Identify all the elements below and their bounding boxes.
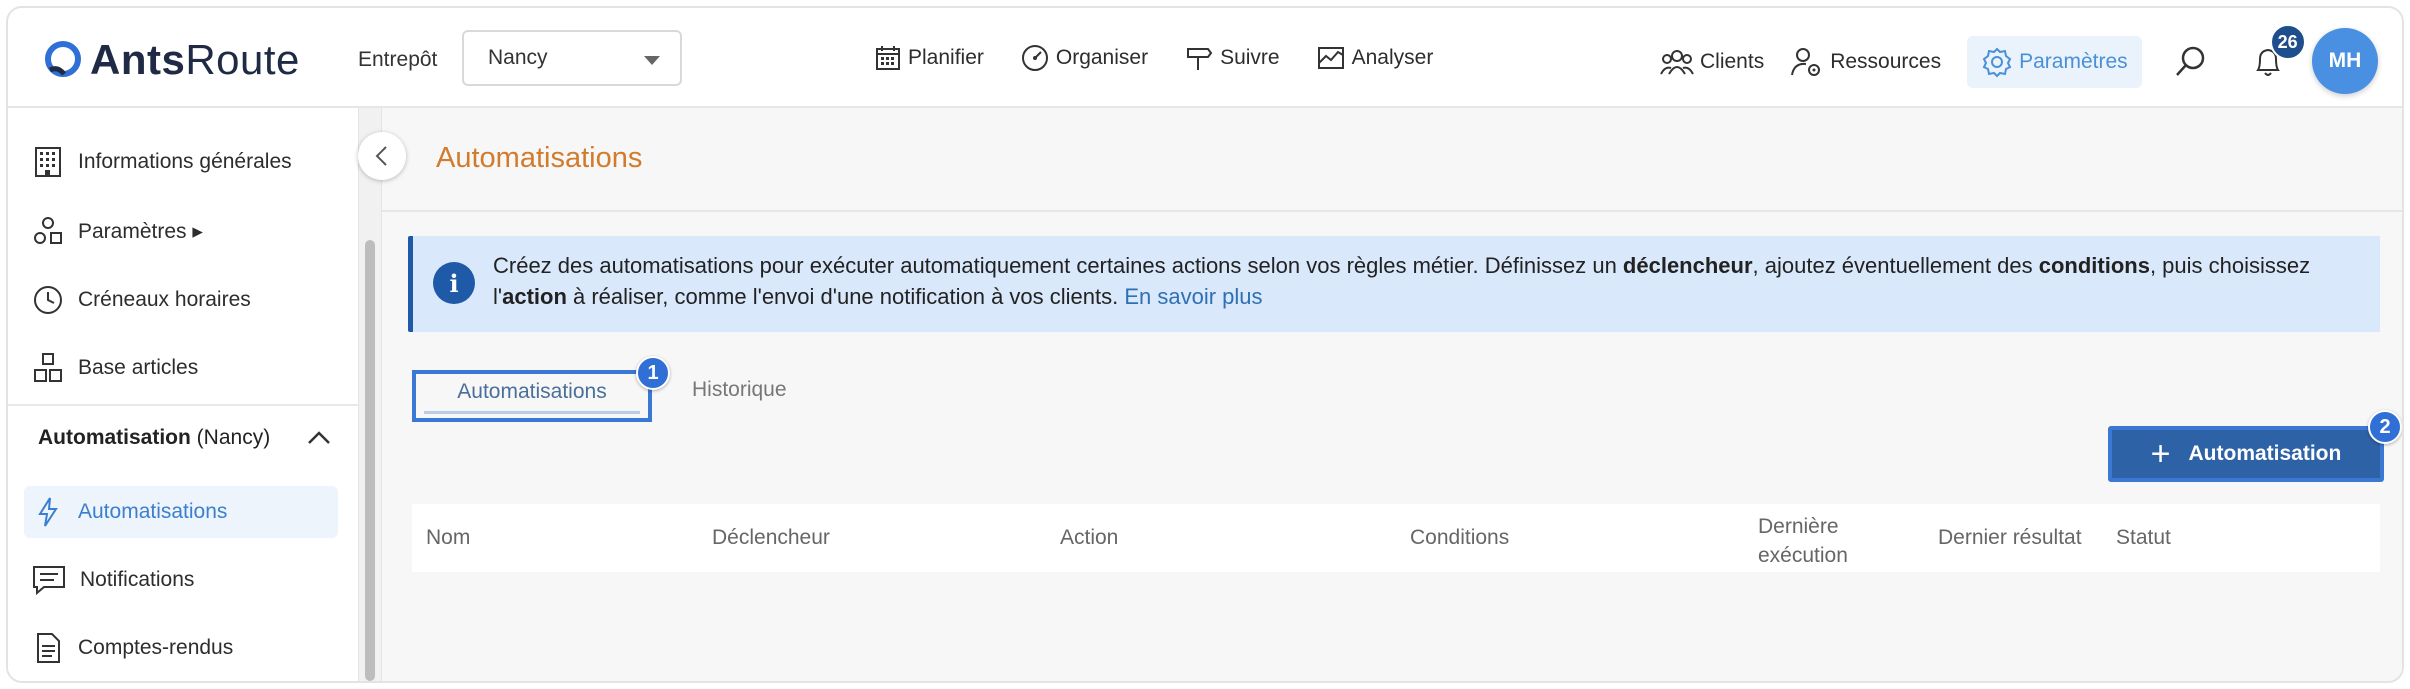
nav-planifier[interactable]: Planifier bbox=[874, 36, 984, 80]
clock-icon bbox=[34, 286, 62, 314]
nav-analyser-label: Analyser bbox=[1351, 46, 1434, 69]
add-automation-label: Automatisation bbox=[2188, 442, 2342, 465]
nav-organiser[interactable]: Organiser bbox=[1020, 36, 1148, 80]
nav-ressources-label: Ressources bbox=[1830, 50, 1942, 73]
document-icon bbox=[37, 633, 60, 663]
automations-table-header: Nom Déclencheur Action Conditions Derniè… bbox=[412, 504, 2380, 572]
warehouse-select[interactable]: Nancy bbox=[462, 30, 682, 86]
sidebar-item-notifications[interactable]: Notifications bbox=[32, 560, 194, 600]
search-button[interactable] bbox=[2168, 40, 2212, 84]
warehouse-value: Nancy bbox=[488, 46, 548, 69]
sidebar-item-label: Comptes-rendus bbox=[78, 636, 234, 659]
nav-planifier-label: Planifier bbox=[908, 46, 984, 69]
plus-icon: + bbox=[2150, 435, 2171, 473]
search-icon bbox=[2175, 46, 2204, 76]
shapes-icon bbox=[34, 217, 62, 244]
tab-historique[interactable]: Historique bbox=[692, 378, 787, 402]
nav-organiser-label: Organiser bbox=[1055, 46, 1149, 69]
chevron-up-icon[interactable] bbox=[306, 428, 332, 448]
sidebar-scroll-thumb[interactable] bbox=[365, 240, 375, 681]
sidebar-item-base-articles[interactable]: Base articles bbox=[32, 348, 198, 388]
page-header: Automatisations bbox=[382, 108, 2402, 212]
signpost-icon bbox=[1187, 48, 1213, 70]
sidebar-item-informations[interactable]: Informations générales bbox=[32, 142, 292, 182]
collapse-sidebar-button[interactable] bbox=[358, 132, 406, 180]
add-automation-button[interactable]: + Automatisation bbox=[2108, 426, 2384, 482]
page-title: Automatisations bbox=[436, 142, 643, 174]
top-header: AntsRoute Entrepôt Nancy Planifier Organ… bbox=[8, 8, 2402, 108]
sidebar-item-label: Paramètres ▸ bbox=[78, 219, 203, 243]
nav-parametres[interactable]: Paramètres bbox=[1967, 36, 2142, 88]
sidebar-item-creneaux[interactable]: Créneaux horaires bbox=[32, 280, 251, 320]
building-icon bbox=[35, 147, 61, 177]
sidebar-item-label: Informations générales bbox=[78, 150, 292, 173]
column-nom[interactable]: Nom bbox=[426, 526, 470, 550]
lightning-icon bbox=[38, 497, 58, 527]
sidebar-item-automatisations[interactable]: Automatisations bbox=[32, 492, 227, 532]
sidebar-divider bbox=[8, 404, 358, 406]
app-window: AntsRoute Entrepôt Nancy Planifier Organ… bbox=[6, 6, 2404, 683]
chart-icon bbox=[1317, 47, 1344, 69]
sidebar-item-label: Créneaux horaires bbox=[78, 288, 251, 311]
boxes-icon bbox=[34, 353, 62, 382]
caret-down-icon bbox=[644, 56, 660, 65]
notifications-button[interactable]: 26 bbox=[2246, 24, 2306, 84]
speedometer-icon bbox=[1021, 45, 1048, 71]
main-nav: Planifier Organiser Suivre Analyser bbox=[874, 36, 1469, 80]
sidebar-item-label: Automatisations bbox=[78, 500, 228, 523]
column-derniere-execution[interactable]: Dernière exécution bbox=[1758, 512, 1848, 570]
sidebar-group-automatisation[interactable]: Automatisation (Nancy) bbox=[38, 426, 270, 450]
nav-ressources[interactable]: Ressources bbox=[1790, 40, 1941, 84]
nav-suivre[interactable]: Suivre bbox=[1184, 36, 1280, 80]
nav-analyser[interactable]: Analyser bbox=[1316, 36, 1434, 80]
logo-text: AntsRoute bbox=[90, 36, 300, 83]
column-conditions[interactable]: Conditions bbox=[1410, 526, 1509, 550]
column-statut[interactable]: Statut bbox=[2116, 526, 2171, 550]
learn-more-link[interactable]: En savoir plus bbox=[1124, 284, 1262, 309]
column-declencheur[interactable]: Déclencheur bbox=[712, 526, 830, 550]
info-banner: i Créez des automatisations pour exécute… bbox=[408, 236, 2380, 332]
info-icon: i bbox=[433, 262, 475, 304]
logo-mark-icon bbox=[44, 40, 84, 80]
settings-sidebar: Informations générales Paramètres ▸ Crén… bbox=[8, 108, 358, 681]
sidebar-item-parametres[interactable]: Paramètres ▸ bbox=[32, 211, 203, 251]
calendar-icon bbox=[876, 46, 900, 70]
step-marker-1: 1 bbox=[636, 356, 670, 390]
notifications-badge: 26 bbox=[2269, 24, 2306, 60]
main-content: Automatisations i Créez des automatisati… bbox=[382, 108, 2402, 681]
nav-parametres-label: Paramètres bbox=[2019, 50, 2128, 73]
nav-clients[interactable]: Clients bbox=[1660, 40, 1764, 84]
nav-clients-label: Clients bbox=[1700, 50, 1765, 73]
gear-icon bbox=[1982, 47, 2012, 78]
chevron-left-icon bbox=[375, 146, 387, 166]
tab-automatisations[interactable]: Automatisations bbox=[412, 370, 652, 422]
column-action[interactable]: Action bbox=[1060, 526, 1118, 550]
users-icon bbox=[1660, 50, 1694, 75]
info-text: Créez des automatisations pour exécuter … bbox=[493, 253, 2311, 309]
antsroute-logo[interactable]: AntsRoute bbox=[44, 36, 300, 84]
step-marker-2: 2 bbox=[2368, 410, 2402, 444]
right-nav: Clients Ressources Paramètres 26 bbox=[1660, 24, 2324, 88]
user-avatar[interactable]: MH bbox=[2312, 28, 2378, 94]
warehouse-label: Entrepôt bbox=[358, 48, 438, 71]
message-icon bbox=[33, 566, 65, 596]
nav-suivre-label: Suivre bbox=[1220, 46, 1280, 69]
user-gear-icon bbox=[1791, 48, 1821, 76]
sidebar-item-label: Notifications bbox=[80, 568, 195, 591]
sidebar-item-label: Base articles bbox=[78, 356, 199, 379]
column-dernier-resultat[interactable]: Dernier résultat bbox=[1938, 526, 2082, 550]
sidebar-item-comptes-rendus[interactable]: Comptes-rendus bbox=[32, 628, 233, 668]
